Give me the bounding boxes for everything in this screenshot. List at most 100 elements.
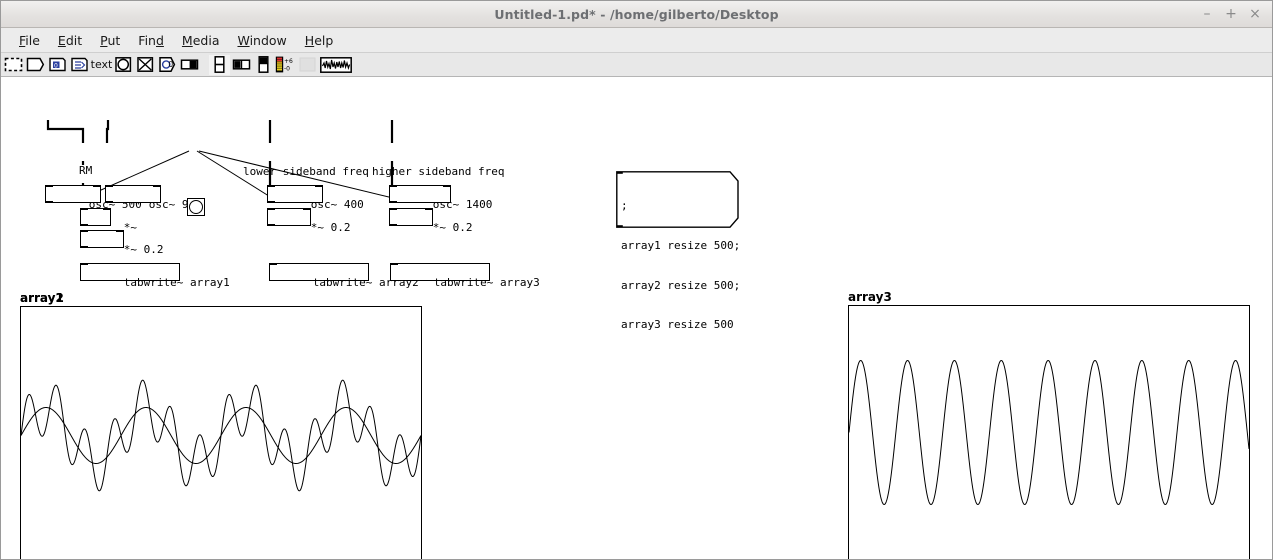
inlet-nub xyxy=(80,263,88,265)
object-osc-400[interactable]: osc~ 400 xyxy=(267,185,364,211)
object-gain-2[interactable]: *~ 0.2 xyxy=(267,208,351,234)
menu-help[interactable]: Help xyxy=(296,33,343,48)
inlet-nub xyxy=(315,185,323,187)
object-osc-500[interactable]: osc~ 500 xyxy=(45,185,142,211)
graph-array1-array2-plot xyxy=(21,379,421,492)
object-osc-1400-label: osc~ 1400 xyxy=(432,198,493,211)
toolbar: 0 text 0 +6 -0 xyxy=(1,53,1272,77)
inlet-nub xyxy=(93,185,101,187)
inlet-nub xyxy=(443,185,451,187)
message-box-resize-arrays[interactable]: ; array1 resize 500; array2 resize 500; … xyxy=(616,171,740,331)
toolbar-separator xyxy=(201,54,208,75)
vu-meter-icon[interactable]: +6 -0 xyxy=(275,54,296,75)
inlet-nub xyxy=(269,263,277,265)
menu-media[interactable]: Media xyxy=(173,33,229,48)
minimize-button[interactable]: – xyxy=(1196,3,1218,25)
menu-edit[interactable]: Edit xyxy=(49,33,91,48)
graph-array3-plot xyxy=(849,359,1249,506)
object-osc-400-label: osc~ 400 xyxy=(310,198,364,211)
outlet-nub xyxy=(267,224,275,226)
object-gain-1[interactable]: *~ 0.2 xyxy=(80,230,164,256)
inlet-nub xyxy=(80,230,88,232)
inlet-nub xyxy=(103,208,111,210)
message-line-1: array1 resize 500; xyxy=(621,239,741,253)
object-multiply-label: *~ xyxy=(123,221,137,234)
object-tabwrite-array2[interactable]: tabwrite~ array2 xyxy=(269,263,419,289)
outlet-nub xyxy=(80,224,88,226)
object-box-icon[interactable] xyxy=(25,54,46,75)
inlet-nub xyxy=(389,185,397,187)
message-line-3: array3 resize 500 xyxy=(621,318,734,332)
menubar: File Edit Put Find Media Window Help xyxy=(1,28,1272,53)
edit-mode-icon[interactable] xyxy=(3,54,24,75)
hradio-icon[interactable] xyxy=(231,54,252,75)
comment-lower-sideband[interactable]: lower sideband freq xyxy=(243,166,369,178)
menu-window[interactable]: Window xyxy=(228,33,295,48)
svg-text:0: 0 xyxy=(54,62,58,69)
graph-label-array3-text: array3 xyxy=(848,290,892,304)
comment-higher-sideband[interactable]: higher sideband freq xyxy=(372,166,504,178)
svg-text:0: 0 xyxy=(168,60,173,69)
bang-circle-icon xyxy=(189,200,203,214)
graph-label-array2[interactable]: array2 xyxy=(20,291,64,305)
message-line-2: array2 resize 500; xyxy=(621,278,741,292)
menu-find[interactable]: Find xyxy=(129,33,173,48)
svg-text:+6: +6 xyxy=(284,58,293,65)
vradio-icon[interactable] xyxy=(253,54,274,75)
inlet-nub xyxy=(267,185,275,187)
inlet-nub xyxy=(390,263,398,265)
menu-put-label: ut xyxy=(107,32,121,48)
menu-file[interactable]: File xyxy=(10,33,49,48)
text-comment-icon[interactable]: text xyxy=(91,54,112,75)
object-gain-3[interactable]: *~ 0.2 xyxy=(389,208,473,234)
inlet-nub xyxy=(116,230,124,232)
vslider-icon[interactable] xyxy=(209,54,230,75)
bang-icon[interactable] xyxy=(113,54,134,75)
object-tabwrite-array3[interactable]: tabwrite~ array3 xyxy=(390,263,540,289)
object-multiply[interactable]: *~ xyxy=(80,208,137,234)
window-controls: – + × xyxy=(1196,1,1266,27)
number2-icon[interactable]: 0 xyxy=(157,54,178,75)
bang-object[interactable] xyxy=(187,198,205,216)
toggle-icon[interactable] xyxy=(135,54,156,75)
object-gain-2-label: *~ 0.2 xyxy=(310,221,351,234)
maximize-button[interactable]: + xyxy=(1220,3,1242,25)
menu-edit-label: dit xyxy=(65,32,83,48)
outlet-nub xyxy=(389,224,397,226)
outlet-nub xyxy=(80,246,88,248)
inlet-nub xyxy=(267,208,275,210)
menu-file-label: ile xyxy=(25,32,40,48)
canvas-icon[interactable] xyxy=(297,54,318,75)
graph-label-array2-text: array2 xyxy=(20,291,64,305)
titlebar: Untitled-1.pd* - /home/gilberto/Desktop … xyxy=(1,1,1272,28)
inlet-nub xyxy=(303,208,311,210)
inlet-nub xyxy=(153,185,161,187)
menu-help-label: elp xyxy=(314,32,334,48)
number-box-icon[interactable] xyxy=(69,54,90,75)
patch-canvas[interactable]: RM lower sideband freq higher sideband f… xyxy=(1,77,1272,559)
graph-array1-array2[interactable] xyxy=(20,306,422,559)
message-line-0: ; xyxy=(621,199,628,213)
graph-label-array3[interactable]: array3 xyxy=(848,290,892,304)
graph-array3[interactable] xyxy=(848,305,1250,559)
inlet-nub xyxy=(389,208,397,210)
menu-put[interactable]: Put xyxy=(91,33,129,48)
message-box-icon[interactable]: 0 xyxy=(47,54,68,75)
object-gain-3-label: *~ 0.2 xyxy=(432,221,473,234)
hslider-icon[interactable] xyxy=(179,54,200,75)
object-tabwrite-array1-label: tabwrite~ array1 xyxy=(123,276,230,289)
object-tabwrite-array1[interactable]: tabwrite~ array1 xyxy=(80,263,230,289)
menu-media-label: edia xyxy=(192,32,220,48)
svg-text:-0: -0 xyxy=(284,66,290,73)
object-osc-900[interactable]: osc~ 900 xyxy=(105,185,202,211)
menu-window-label: indow xyxy=(249,32,287,48)
close-button[interactable]: × xyxy=(1244,3,1266,25)
comment-rm[interactable]: RM xyxy=(79,165,92,177)
object-tabwrite-array3-label: tabwrite~ array3 xyxy=(433,276,540,289)
object-gain-1-label: *~ 0.2 xyxy=(123,243,164,256)
array-graph-icon[interactable] xyxy=(319,54,353,75)
inlet-nub xyxy=(80,208,88,210)
outlet-nub xyxy=(389,201,397,203)
object-osc-1400[interactable]: osc~ 1400 xyxy=(389,185,492,211)
outlet-nub xyxy=(105,201,113,203)
